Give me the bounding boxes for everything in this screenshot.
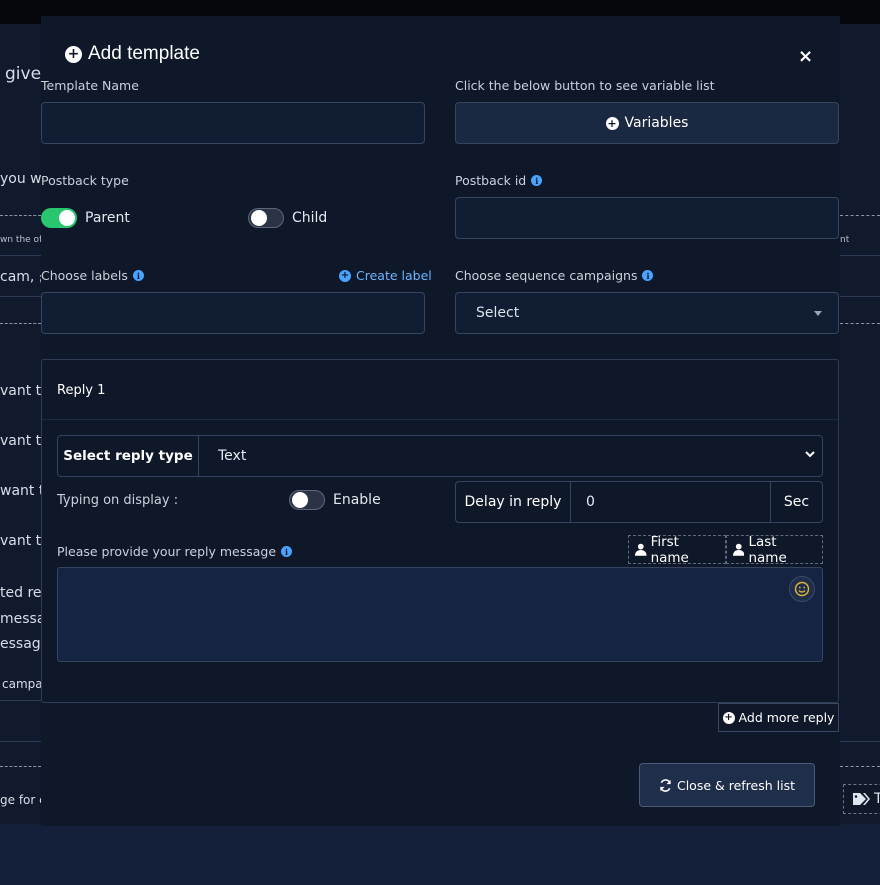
tag-icon <box>853 793 870 805</box>
smiley-icon <box>794 581 810 597</box>
close-refresh-label: Close & refresh list <box>676 777 796 793</box>
background-divider <box>0 323 41 324</box>
first-name-button[interactable]: First name <box>628 533 726 566</box>
background-divider <box>0 741 41 742</box>
close-refresh-button[interactable]: Close & refresh list <box>639 763 815 807</box>
create-label-link[interactable]: + Create label <box>339 268 432 283</box>
reply-message-field[interactable] <box>57 567 823 662</box>
typing-display-toggle-label: Enable <box>333 492 381 508</box>
delay-in-reply-input[interactable] <box>571 482 770 522</box>
plus-circle-icon: + <box>722 711 735 724</box>
background-text: nt <box>840 235 850 245</box>
template-name-input[interactable] <box>42 103 424 143</box>
reply-type-value: Text <box>218 448 247 464</box>
child-toggle[interactable] <box>248 208 284 228</box>
caret-down-icon <box>814 311 822 316</box>
reply-type-label: Select reply type <box>58 436 199 476</box>
labels-field[interactable] <box>41 292 425 334</box>
info-icon[interactable]: i <box>132 270 144 281</box>
create-label-text: Create label <box>356 268 432 283</box>
sequence-campaigns-label-text: Choose sequence campaigns <box>455 268 638 283</box>
add-template-modal: + Add template × Template Name Click the… <box>41 16 840 826</box>
template-name-field[interactable] <box>41 102 425 144</box>
tag-button-label: T <box>874 791 880 807</box>
background-divider <box>840 296 880 297</box>
modal-title-text: Add template <box>88 43 200 64</box>
background-divider <box>840 215 880 216</box>
variables-hint: Click the below button to see variable l… <box>455 78 715 93</box>
choose-labels-label-text: Choose labels <box>41 268 128 283</box>
postback-id-field[interactable] <box>455 197 839 239</box>
delay-in-reply-label: Delay in reply <box>456 482 571 522</box>
background-divider <box>840 255 880 256</box>
background-divider <box>840 741 880 742</box>
variables-button[interactable]: + Variables <box>455 102 839 144</box>
background-divider <box>0 700 41 701</box>
last-name-button[interactable]: Last name <box>726 533 823 566</box>
background-divider <box>0 215 41 216</box>
child-toggle-label: Child <box>292 210 328 226</box>
background-divider <box>0 255 41 256</box>
background-text: give <box>5 64 42 84</box>
typing-display-label: Typing on display : <box>57 493 179 508</box>
reply-message-input[interactable] <box>58 568 822 661</box>
last-name-button-label: Last name <box>748 533 787 566</box>
background-tag-button[interactable]: T <box>843 784 880 814</box>
typing-display-toggle[interactable] <box>289 490 325 510</box>
plus-circle-icon: + <box>65 45 82 63</box>
background-text: wn the of <box>0 235 43 245</box>
user-icon <box>733 543 745 556</box>
chevron-down-icon <box>805 451 815 458</box>
toggle-knob <box>251 210 267 226</box>
user-icon <box>635 543 647 556</box>
postback-id-input[interactable] <box>456 198 838 238</box>
toggle-knob <box>59 210 75 226</box>
reply-card-title: Reply 1 <box>57 383 106 398</box>
variables-button-label: Variables <box>624 115 689 131</box>
toggle-knob <box>292 492 308 508</box>
reply-type-dropdown[interactable]: Text <box>199 436 822 476</box>
reply-message-label-text: Please provide your reply message <box>57 544 277 559</box>
plus-circle-icon: + <box>339 269 351 282</box>
add-more-reply-button[interactable]: + Add more reply <box>718 703 839 732</box>
delay-unit: Sec <box>770 482 822 522</box>
info-icon[interactable]: i <box>281 546 293 557</box>
emoji-picker-button[interactable] <box>789 576 815 602</box>
info-icon[interactable]: i <box>642 270 654 281</box>
background-text: campa <box>2 677 43 691</box>
sequence-campaigns-value: Select <box>476 305 520 321</box>
choose-labels-label: Choose labels i <box>41 268 144 283</box>
postback-type-label: Postback type <box>41 173 129 188</box>
reply-card: Reply 1 Select reply type Text Typing on… <box>41 359 839 703</box>
sequence-campaigns-select[interactable]: Select <box>455 292 839 334</box>
background-divider <box>0 296 41 297</box>
first-name-button-label: First name <box>650 533 689 566</box>
background-divider <box>840 323 880 324</box>
reply-message-label: Please provide your reply message i <box>57 544 293 559</box>
sequence-campaigns-label: Choose sequence campaigns i <box>455 268 654 283</box>
info-icon[interactable]: i <box>531 175 543 186</box>
close-button[interactable]: × <box>798 46 813 67</box>
modal-title: + Add template <box>65 43 200 65</box>
background-divider <box>0 766 41 767</box>
add-more-reply-label: Add more reply <box>738 710 835 725</box>
parent-toggle[interactable] <box>41 208 77 228</box>
reply-type-select[interactable]: Select reply type Text <box>57 435 823 477</box>
template-name-label: Template Name <box>41 78 139 93</box>
background-divider <box>840 766 880 767</box>
postback-id-label: Postback id i <box>455 173 543 188</box>
plus-circle-icon: + <box>605 116 619 130</box>
delay-in-reply-group: Delay in reply Sec <box>455 481 823 523</box>
postback-id-label-text: Postback id <box>455 173 527 188</box>
reply-card-header: Reply 1 <box>42 360 838 420</box>
parent-toggle-label: Parent <box>85 210 130 226</box>
labels-input[interactable] <box>42 293 424 333</box>
background-text: ge for c <box>0 793 46 807</box>
refresh-icon <box>660 778 671 792</box>
